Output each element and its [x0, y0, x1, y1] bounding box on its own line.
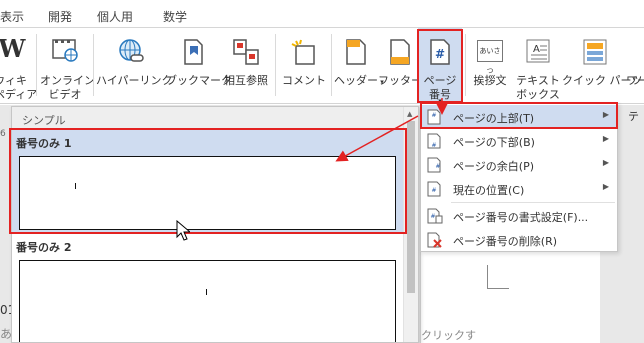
- quick-parts-icon: [583, 39, 607, 65]
- doc-right-text: クリックす: [421, 329, 476, 342]
- wikipedia-button[interactable]: W ウィキ ペディア: [0, 28, 38, 104]
- gallery-item-plain-number-2[interactable]: 番号のみ 2: [12, 235, 404, 343]
- page-number-icon: #: [430, 39, 450, 65]
- scroll-up-arrow-icon[interactable]: ▲: [407, 110, 412, 118]
- submenu-arrow-icon: ▶: [602, 110, 609, 119]
- menu-item-label: ページ番号の書式設定(F)...: [453, 211, 589, 224]
- wikipedia-label: ウィキ ペディア: [0, 74, 38, 101]
- ribbon-tabbar: 表示 開発 個人用 数学: [0, 0, 644, 28]
- gallery-item-title: 番号のみ 1: [16, 137, 72, 150]
- menu-item-top-of-page[interactable]: # ページの上部(T) ▶: [421, 105, 617, 129]
- menu-item-bottom-of-page[interactable]: # ページの下部(B) ▶: [421, 129, 617, 153]
- header-icon: [346, 39, 366, 65]
- ribbon-separator: [275, 34, 276, 96]
- ribbon-separator: [36, 34, 37, 96]
- gallery-item-title: 番号のみ 2: [16, 241, 72, 254]
- comment-icon: [291, 39, 315, 65]
- thumbnail-number-mark: [206, 289, 207, 295]
- menu-item-label: ページの上部(T): [453, 112, 535, 125]
- bookmark-icon: [184, 39, 203, 65]
- page-number-button[interactable]: # ページ 番号 ▾: [418, 28, 462, 105]
- wikipedia-icon: W: [0, 34, 26, 63]
- svg-text:#: #: [435, 47, 445, 61]
- page-number-menu: # ページの上部(T) ▶ # ページの下部(B) ▶ # ページの余白(P) …: [420, 102, 618, 252]
- footer-label: フッター ▾: [378, 74, 428, 87]
- gallery-scrollbar-thumb[interactable]: [407, 121, 415, 293]
- gallery-category-header: シンプル: [12, 107, 404, 129]
- greeting-icon: あいさつ: [477, 40, 503, 75]
- svg-text:#: #: [430, 213, 435, 220]
- comment-label: コメント: [282, 74, 326, 87]
- greeting-label: 挨拶文: [473, 74, 507, 87]
- textbox-button[interactable]: A テキスト ボックス: [512, 28, 564, 104]
- doc-right-tab-char: テ: [628, 110, 639, 123]
- menu-item-label: ページの余白(P): [453, 160, 534, 173]
- svg-text:#: #: [431, 142, 436, 149]
- remove-page-numbers-icon: [427, 232, 442, 248]
- online-video-icon: [52, 39, 78, 62]
- wordart-button[interactable]: ワー: [626, 28, 644, 104]
- wordart-label: ワー: [626, 74, 644, 87]
- thumbnail-number-mark: [75, 183, 76, 189]
- greeting-button[interactable]: あいさつ 挨拶文: [468, 28, 512, 104]
- menu-item-page-margins[interactable]: # ページの余白(P) ▶: [421, 153, 617, 177]
- gallery-item-thumbnail: [19, 156, 396, 230]
- doc-left-edge-number: 6: [0, 129, 6, 139]
- header-label: ヘッダー ▾: [334, 74, 384, 87]
- cross-reference-icon: [233, 39, 259, 65]
- page-top-icon: #: [427, 109, 441, 125]
- bookmark-button[interactable]: ブックマーク: [166, 28, 232, 104]
- cross-reference-label: 相互参照: [224, 74, 268, 87]
- online-video-button[interactable]: オンライン ビデオ: [40, 28, 95, 104]
- footer-button[interactable]: フッター ▾: [378, 28, 428, 104]
- cross-reference-button[interactable]: 相互参照: [220, 28, 272, 104]
- menu-item-format-page-numbers[interactable]: # ページ番号の書式設定(F)...: [421, 204, 617, 228]
- current-position-icon: #: [427, 181, 441, 197]
- tab-personal[interactable]: 個人用: [97, 8, 133, 25]
- hyperlink-label: ハイパーリンク: [96, 74, 173, 87]
- ribbon-separator: [465, 34, 466, 96]
- gallery-item-plain-number-1[interactable]: 番号のみ 1: [12, 130, 404, 234]
- quick-parts-button[interactable]: クイック パーツ: [562, 28, 643, 104]
- menu-item-label: 現在の位置(C): [453, 184, 525, 197]
- gallery-item-thumbnail: [19, 260, 396, 342]
- page-bottom-icon: #: [427, 133, 441, 149]
- online-video-label: オンライン ビデオ: [40, 74, 95, 101]
- format-page-numbers-icon: #: [427, 208, 443, 224]
- menu-separator: [451, 202, 615, 203]
- textbox-label: テキスト ボックス: [516, 74, 560, 101]
- page-number-gallery: シンプル 番号のみ 1 番号のみ 2 ▲: [11, 106, 419, 343]
- page-margins-icon: #: [427, 157, 441, 173]
- tab-math[interactable]: 数学: [163, 8, 187, 25]
- hyperlink-button[interactable]: ハイパーリンク: [96, 28, 173, 104]
- comment-button[interactable]: コメント: [280, 28, 328, 104]
- gallery-scrollbar[interactable]: ▲: [403, 107, 418, 342]
- svg-text:#: #: [431, 187, 436, 194]
- tab-view[interactable]: 表示: [0, 8, 24, 25]
- tab-developer[interactable]: 開発: [48, 8, 72, 25]
- ribbon-separator: [331, 34, 332, 96]
- ribbon-separator: [93, 34, 94, 96]
- menu-item-remove-page-numbers[interactable]: ページ番号の削除(R): [421, 228, 617, 252]
- mouse-cursor-icon: [176, 220, 190, 241]
- footer-icon: [390, 39, 410, 65]
- submenu-arrow-icon: ▶: [602, 134, 609, 143]
- quick-parts-label: クイック パーツ: [562, 74, 643, 87]
- menu-item-label: ページ番号の削除(R): [453, 235, 558, 248]
- header-button[interactable]: ヘッダー ▾: [334, 28, 384, 104]
- menu-item-label: ページの下部(B): [453, 136, 535, 149]
- submenu-arrow-icon: ▶: [602, 158, 609, 167]
- svg-text:A: A: [533, 44, 540, 55]
- ribbon: W ウィキ ペディア オンライン ビデオ ハイパーリンク ブックマーク: [0, 28, 644, 105]
- svg-text:#: #: [431, 112, 436, 119]
- textbox-icon: A: [526, 39, 550, 63]
- submenu-arrow-icon: ▶: [602, 182, 609, 191]
- hyperlink-icon: [119, 39, 144, 62]
- page-corner-mark: [487, 265, 509, 289]
- svg-text:#: #: [435, 163, 440, 170]
- menu-item-current-position[interactable]: # 現在の位置(C) ▶: [421, 177, 617, 201]
- bookmark-label: ブックマーク: [166, 74, 232, 87]
